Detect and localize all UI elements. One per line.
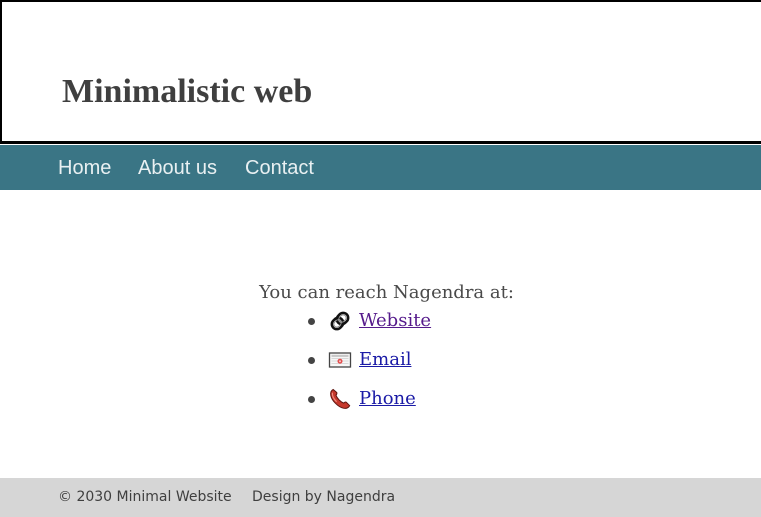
- email-link[interactable]: Email: [328, 347, 411, 373]
- site-header: Minimalistic web: [0, 0, 761, 144]
- list-item: Website: [308, 308, 508, 334]
- site-title: Minimalistic web: [62, 73, 313, 110]
- main-navigation: Home About us Contact: [0, 145, 761, 190]
- email-link-label: Email: [359, 349, 412, 370]
- website-link[interactable]: Website: [328, 308, 431, 334]
- nav-contact-link[interactable]: Contact: [245, 156, 314, 180]
- design-credit: Design by Nagendra: [252, 489, 396, 505]
- website-link-label: Website: [359, 310, 432, 331]
- bullet-icon: [308, 357, 315, 364]
- phone-link[interactable]: Phone: [328, 386, 416, 412]
- main-content: You can reach Nagendra at: Website Email…: [0, 190, 761, 478]
- phone-link-label: Phone: [359, 388, 416, 409]
- bullet-icon: [308, 396, 315, 403]
- link-icon: [328, 309, 352, 333]
- telephone-icon: [328, 387, 352, 411]
- envelope-icon: [328, 348, 352, 372]
- list-item: Phone: [308, 386, 508, 412]
- contact-intro: You can reach Nagendra at:: [259, 282, 514, 303]
- nav-about-link[interactable]: About us: [138, 156, 217, 180]
- site-footer: © 2030 Minimal Website Design by Nagendr…: [0, 478, 761, 517]
- nav-home-link[interactable]: Home: [58, 156, 111, 180]
- bullet-icon: [308, 318, 315, 325]
- copyright-text: © 2030 Minimal Website: [58, 489, 232, 505]
- list-item: Email: [308, 347, 508, 373]
